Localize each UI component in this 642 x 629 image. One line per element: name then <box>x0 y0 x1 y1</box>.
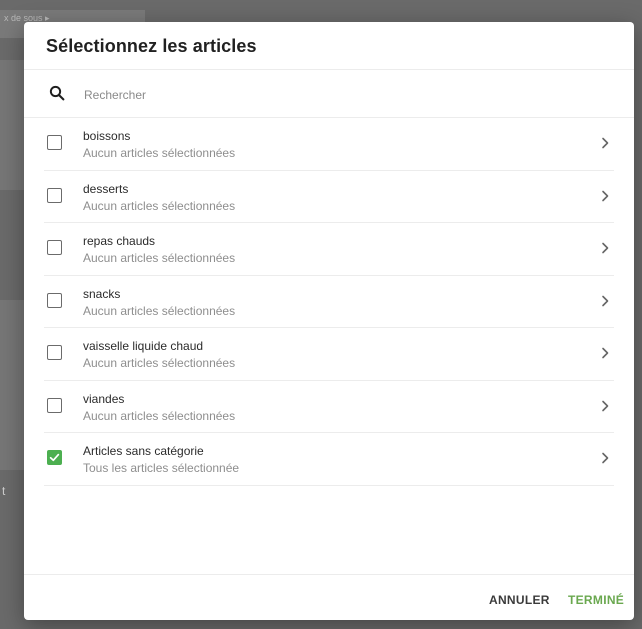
item-status: Aucun articles sélectionnées <box>83 198 236 213</box>
chevron-right-icon[interactable] <box>600 136 610 150</box>
list-item[interactable]: Articles sans catégorie Tous les articles… <box>44 433 614 486</box>
item-checkbox[interactable] <box>47 187 62 203</box>
check-icon <box>49 453 60 462</box>
item-status: Aucun articles sélectionnées <box>83 408 236 423</box>
item-status: Tous les articles sélectionnée <box>83 461 240 475</box>
footer-divider <box>24 574 634 575</box>
chevron-right-icon[interactable] <box>600 189 610 203</box>
item-status: Aucun articles sélectionnées <box>83 303 236 318</box>
list-item[interactable]: snacks Aucun articles sélectionnées <box>44 276 614 328</box>
select-articles-dialog: Sélectionnez les articles boissons Aucun … <box>24 22 634 620</box>
chevron-right-icon[interactable] <box>600 346 610 360</box>
search-bar <box>24 70 634 118</box>
item-label: snacks <box>83 286 121 301</box>
done-button[interactable]: TERMINÉ <box>568 590 624 610</box>
chevron-right-icon[interactable] <box>600 451 610 465</box>
category-list: boissons Aucun articles sélectionnées dess… <box>44 118 614 486</box>
search-icon[interactable] <box>48 84 66 102</box>
list-item[interactable]: repas chauds Aucun articles sélectionnées <box>44 223 614 276</box>
background-strip <box>0 300 24 470</box>
item-checkbox[interactable] <box>47 397 62 413</box>
item-label: repas chauds <box>83 234 156 248</box>
item-checkbox[interactable] <box>47 450 62 465</box>
background-strip <box>0 60 24 190</box>
item-checkbox[interactable] <box>47 240 62 255</box>
chevron-right-icon[interactable] <box>600 399 610 413</box>
list-item[interactable]: boissons Aucun articles sélectionnées <box>44 118 614 171</box>
item-checkbox[interactable] <box>47 292 62 308</box>
item-status: Aucun articles sélectionnées <box>83 251 236 265</box>
item-label: boissons <box>83 129 131 143</box>
cancel-button[interactable]: ANNULER <box>489 590 550 610</box>
item-checkbox[interactable] <box>47 135 62 150</box>
list-item[interactable]: viandes Aucun articles sélectionnées <box>44 381 614 433</box>
item-status: Aucun articles sélectionnées <box>83 356 236 370</box>
item-checkbox[interactable] <box>47 345 62 360</box>
background-side-text: t <box>2 484 6 498</box>
search-input[interactable] <box>82 82 466 108</box>
dialog-title: Sélectionnez les articles <box>46 36 257 56</box>
item-label: desserts <box>83 181 129 196</box>
list-item[interactable]: desserts Aucun articles sélectionnées <box>44 171 614 223</box>
item-label: vaisselle liquide chaud <box>83 339 204 353</box>
item-status: Aucun articles sélectionnées <box>83 146 236 160</box>
chevron-right-icon[interactable] <box>600 294 610 308</box>
list-item[interactable]: vaisselle liquide chaud Aucun articles sé… <box>44 328 614 381</box>
chevron-right-icon[interactable] <box>600 241 610 255</box>
item-label: Articles sans catégorie <box>83 444 204 458</box>
item-label: viandes <box>83 391 125 406</box>
